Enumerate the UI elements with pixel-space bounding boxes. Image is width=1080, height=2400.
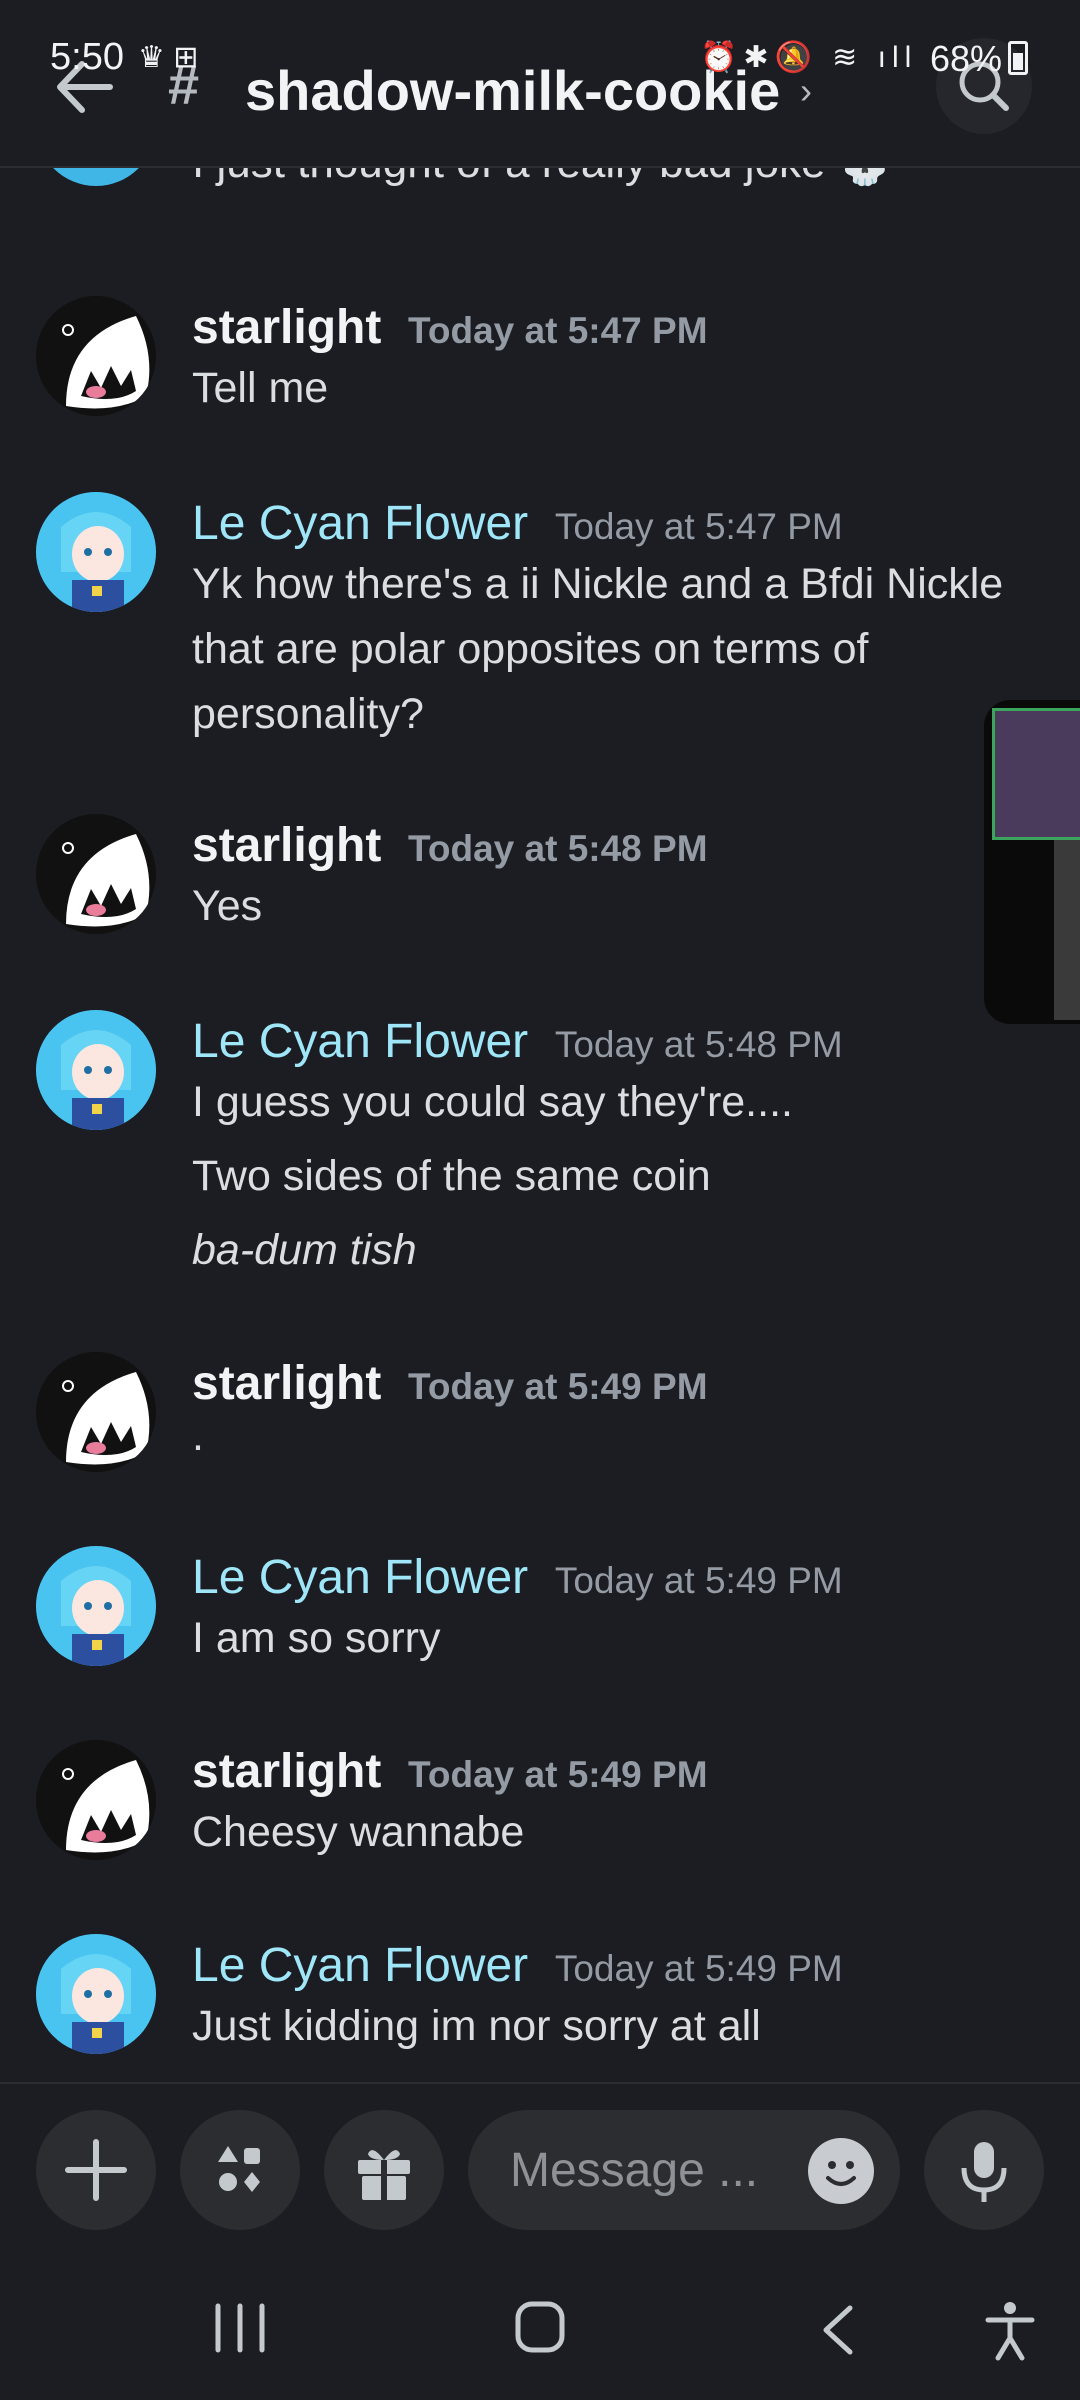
- message-composer: [0, 2082, 1080, 2254]
- plus-icon: [65, 2139, 127, 2201]
- message-author[interactable]: starlight Today at 5:49 PM: [192, 1744, 708, 1799]
- status-bar: 5:50 ♛ ⊞ ⏰✱🔕 ≋ ıll 68%: [0, 0, 1080, 79]
- status-time: 5:50: [50, 36, 124, 78]
- shark-avatar-icon: [36, 296, 156, 416]
- avatar[interactable]: [36, 1934, 156, 2054]
- microphone-icon: [961, 2142, 1007, 2202]
- message-timestamp: Today at 5:48 PM: [554, 1024, 843, 1065]
- battery-indicator: 68%: [930, 38, 1029, 80]
- shark-avatar-icon: [36, 1740, 156, 1860]
- message-text: I am so sorry: [192, 1614, 441, 1662]
- message-text: Yk how there's a ii Nickle and a Bfdi Ni…: [192, 560, 1004, 608]
- gift-icon: [358, 2150, 410, 2200]
- avatar[interactable]: [36, 296, 156, 416]
- apps-button[interactable]: [180, 2110, 300, 2230]
- author-name[interactable]: starlight: [192, 1745, 381, 1798]
- message-timestamp: Today at 5:49 PM: [554, 1560, 843, 1601]
- message-input-box[interactable]: [468, 2110, 900, 2230]
- author-name[interactable]: starlight: [192, 819, 381, 872]
- message-author[interactable]: Le Cyan Flower Today at 5:49 PM: [192, 1938, 843, 1993]
- video-pip-overlay[interactable]: [984, 700, 1080, 1024]
- anime-avatar-icon: [36, 1010, 156, 1130]
- message-author[interactable]: Le Cyan Flower Today at 5:48 PM: [192, 1014, 843, 1069]
- message-list[interactable]: I just thought of a really bad joke 💀 st…: [0, 166, 1080, 2080]
- shark-avatar-icon: [36, 814, 156, 934]
- anime-avatar-icon: [36, 492, 156, 612]
- attach-button[interactable]: [36, 2110, 156, 2230]
- home-icon[interactable]: [504, 2296, 576, 2360]
- avatar[interactable]: [36, 1010, 156, 1130]
- author-name[interactable]: Le Cyan Flower: [192, 1939, 528, 1992]
- message-author[interactable]: starlight Today at 5:48 PM: [192, 818, 708, 873]
- avatar[interactable]: [36, 1546, 156, 1666]
- message-text: ba-dum tish: [192, 1226, 417, 1274]
- message-text: personality?: [192, 690, 424, 738]
- avatar[interactable]: [36, 166, 156, 186]
- anime-avatar-icon: [36, 1546, 156, 1666]
- video-thumbnail: [992, 708, 1080, 840]
- message-timestamp: Today at 5:48 PM: [408, 828, 708, 869]
- message-author[interactable]: Le Cyan Flower Today at 5:49 PM: [192, 1550, 843, 1605]
- message-text: Cheesy wannabe: [192, 1808, 525, 1856]
- message-timestamp: Today at 5:47 PM: [554, 506, 843, 547]
- author-name[interactable]: Le Cyan Flower: [192, 1015, 528, 1068]
- voice-button[interactable]: [924, 2110, 1044, 2230]
- message-text: Just kidding im nor sorry at all: [192, 2002, 761, 2050]
- avatar[interactable]: [36, 1740, 156, 1860]
- author-name[interactable]: Le Cyan Flower: [192, 1551, 528, 1604]
- accessibility-icon[interactable]: [980, 2298, 1040, 2362]
- avatar[interactable]: [36, 492, 156, 612]
- battery-percent: 68%: [930, 38, 1003, 79]
- author-name[interactable]: starlight: [192, 301, 381, 354]
- anime-avatar-icon: [36, 1934, 156, 2054]
- apps-icon: [218, 2146, 260, 2192]
- message-timestamp: Today at 5:49 PM: [408, 1754, 708, 1795]
- battery-icon: [1008, 41, 1029, 75]
- system-icons: ⏰✱🔕 ≋ ıll: [700, 41, 918, 74]
- message-timestamp: Today at 5:49 PM: [554, 1948, 843, 1989]
- recent-apps-icon[interactable]: [200, 2300, 280, 2356]
- message-text: .: [192, 1412, 204, 1460]
- system-nav-bar: [0, 2252, 1080, 2400]
- emoji-button[interactable]: [808, 2138, 874, 2204]
- message-text: Yes: [192, 882, 263, 930]
- message-author[interactable]: starlight Today at 5:47 PM: [192, 300, 708, 355]
- emoji-icon: [826, 2161, 856, 2186]
- message-text: I just thought of a really bad joke 💀: [192, 166, 893, 188]
- message-text: Tell me: [192, 364, 329, 412]
- author-name[interactable]: starlight: [192, 1357, 381, 1410]
- message-timestamp: Today at 5:47 PM: [408, 310, 708, 351]
- message-input[interactable]: [508, 2138, 812, 2202]
- video-strip: [1054, 840, 1080, 1020]
- message-text: that are polar opposites on terms of: [192, 625, 869, 673]
- message-timestamp: Today at 5:49 PM: [408, 1366, 708, 1407]
- shark-avatar-icon: [36, 1352, 156, 1472]
- gift-button[interactable]: [324, 2110, 444, 2230]
- chevron-right-icon: ›: [800, 70, 812, 111]
- author-name[interactable]: Le Cyan Flower: [192, 497, 528, 550]
- avatar[interactable]: [36, 1352, 156, 1472]
- message-text: I guess you could say they're....: [192, 1078, 793, 1126]
- message-author[interactable]: Le Cyan Flower Today at 5:47 PM: [192, 496, 843, 551]
- message-author[interactable]: starlight Today at 5:49 PM: [192, 1356, 708, 1411]
- back-icon[interactable]: [810, 2300, 870, 2360]
- avatar[interactable]: [36, 814, 156, 934]
- notification-icons: ♛ ⊞: [138, 41, 199, 74]
- message-text: Two sides of the same coin: [192, 1152, 711, 1200]
